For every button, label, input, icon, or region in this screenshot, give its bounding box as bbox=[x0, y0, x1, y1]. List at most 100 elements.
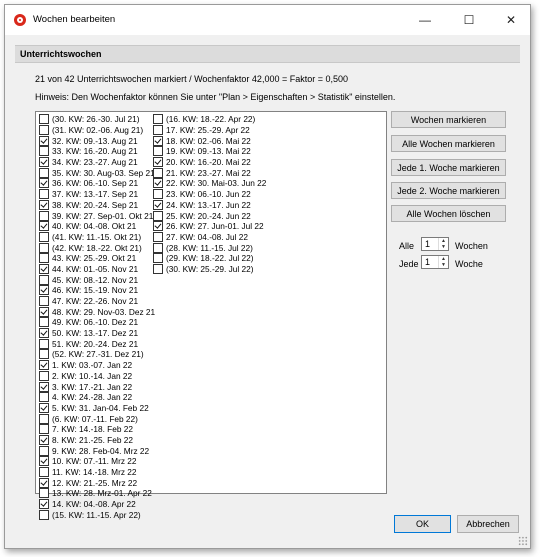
week-item[interactable]: (31. KW: 02.-06. Aug 21) bbox=[39, 125, 155, 136]
week-item[interactable]: 22. KW: 30. Mai-03. Jun 22 bbox=[153, 178, 266, 189]
week-checkbox[interactable] bbox=[153, 210, 163, 221]
week-checkbox[interactable] bbox=[153, 114, 163, 125]
week-item[interactable]: 35. KW: 30. Aug-03. Sep 21 bbox=[39, 167, 155, 178]
week-checkbox[interactable] bbox=[39, 370, 49, 381]
week-checkbox[interactable] bbox=[39, 296, 49, 307]
week-checkbox[interactable] bbox=[39, 381, 49, 392]
week-item[interactable]: 38. KW: 20.-24. Sep 21 bbox=[39, 199, 155, 211]
week-item[interactable]: 3. KW: 17.-21. Jan 22 bbox=[39, 381, 155, 392]
week-item[interactable]: (41. KW: 11.-15. Okt 21) bbox=[39, 231, 155, 243]
week-item[interactable]: (52. KW: 27.-31. Dez 21) bbox=[39, 349, 155, 360]
weeks-list[interactable]: (30. KW: 26.-30. Jul 21) (31. KW: 02.-06.… bbox=[35, 111, 387, 520]
week-item[interactable]: 20. KW: 16.-20. Mai 22 bbox=[153, 157, 266, 168]
week-checkbox[interactable] bbox=[39, 338, 49, 349]
week-item[interactable]: 24. KW: 13.-17. Jun 22 bbox=[153, 199, 266, 211]
week-checkbox[interactable] bbox=[39, 317, 49, 328]
week-item[interactable]: 51. KW: 20.-24. Dez 21 bbox=[39, 338, 155, 349]
week-item[interactable]: 45. KW: 08.-12. Nov 21 bbox=[39, 274, 155, 285]
week-item[interactable]: 4. KW: 24.-28. Jan 22 bbox=[39, 392, 155, 403]
week-checkbox[interactable] bbox=[39, 263, 49, 274]
week-item[interactable]: 39. KW: 27. Sep-01. Okt 21 bbox=[39, 210, 155, 221]
stepper-arrows-icon[interactable]: ▲ ▼ bbox=[438, 238, 448, 250]
mark-every-second-week-button[interactable]: Jede 2. Woche markieren bbox=[391, 182, 506, 199]
week-checkbox[interactable] bbox=[39, 413, 49, 424]
week-checkbox[interactable] bbox=[153, 167, 163, 178]
week-item[interactable]: 26. KW: 27. Jun-01. Jul 22 bbox=[153, 221, 266, 232]
week-item[interactable]: 37. KW: 13.-17. Sep 21 bbox=[39, 189, 155, 200]
cancel-button[interactable]: Abbrechen bbox=[457, 515, 519, 533]
week-item[interactable]: 40. KW: 04.-08. Okt 21 bbox=[39, 221, 155, 232]
week-checkbox[interactable] bbox=[39, 509, 49, 520]
resize-grip-icon[interactable] bbox=[518, 536, 528, 546]
week-checkbox[interactable] bbox=[39, 360, 49, 371]
week-checkbox[interactable] bbox=[39, 285, 49, 296]
week-checkbox[interactable] bbox=[39, 125, 49, 136]
week-item[interactable]: (30. KW: 26.-30. Jul 21) bbox=[39, 114, 155, 125]
week-checkbox[interactable] bbox=[153, 157, 163, 168]
alle-stepper[interactable]: 1 ▲ ▼ bbox=[421, 237, 449, 251]
week-checkbox[interactable] bbox=[39, 135, 49, 146]
week-item[interactable]: 25. KW: 20.-24. Jun 22 bbox=[153, 210, 266, 221]
week-item[interactable]: 7. KW: 14.-18. Feb 22 bbox=[39, 424, 155, 435]
week-item[interactable]: 34. KW: 23.-27. Aug 21 bbox=[39, 157, 155, 168]
week-item[interactable]: 19. KW: 09.-13. Mai 22 bbox=[153, 146, 266, 157]
week-checkbox[interactable] bbox=[153, 253, 163, 264]
week-item[interactable]: 43. KW: 25.-29. Okt 21 bbox=[39, 253, 155, 264]
mark-weeks-button[interactable]: Wochen markieren bbox=[391, 111, 506, 128]
ok-button[interactable]: OK bbox=[394, 515, 451, 533]
minimize-button[interactable]: — bbox=[404, 5, 446, 35]
week-checkbox[interactable] bbox=[39, 253, 49, 264]
week-item[interactable]: 5. KW: 31. Jan-04. Feb 22 bbox=[39, 402, 155, 414]
week-checkbox[interactable] bbox=[39, 434, 49, 445]
week-checkbox[interactable] bbox=[39, 392, 49, 403]
week-checkbox[interactable] bbox=[39, 424, 49, 435]
week-checkbox[interactable] bbox=[39, 178, 49, 189]
week-checkbox[interactable] bbox=[39, 306, 49, 317]
week-checkbox[interactable] bbox=[39, 499, 49, 510]
week-checkbox[interactable] bbox=[39, 199, 49, 210]
week-item[interactable]: (15. KW: 11.-15. Apr 22) bbox=[39, 509, 155, 520]
week-item[interactable]: 47. KW: 22.-26. Nov 21 bbox=[39, 296, 155, 307]
week-checkbox[interactable] bbox=[39, 477, 49, 488]
week-item[interactable]: 21. KW: 23.-27. Mai 22 bbox=[153, 167, 266, 178]
week-item[interactable]: (30. KW: 25.-29. Jul 22) bbox=[153, 263, 266, 275]
week-item[interactable]: 46. KW: 15.-19. Nov 21 bbox=[39, 285, 155, 296]
week-item[interactable]: 18. KW: 02.-06. Mai 22 bbox=[153, 135, 266, 146]
week-checkbox[interactable] bbox=[39, 274, 49, 285]
week-item[interactable]: 14. KW: 04.-08. Apr 22 bbox=[39, 499, 155, 510]
week-item[interactable]: 1. KW: 03.-07. Jan 22 bbox=[39, 360, 155, 371]
mark-all-weeks-button[interactable]: Alle Wochen markieren bbox=[391, 135, 506, 152]
week-item[interactable]: 10. KW: 07.-11. Mrz 22 bbox=[39, 456, 155, 467]
week-checkbox[interactable] bbox=[39, 146, 49, 157]
clear-all-weeks-button[interactable]: Alle Wochen löschen bbox=[391, 205, 506, 222]
week-checkbox[interactable] bbox=[153, 221, 163, 232]
jede-stepper[interactable]: 1 ▲ ▼ bbox=[421, 255, 449, 269]
week-checkbox[interactable] bbox=[39, 488, 49, 499]
week-item[interactable]: 2. KW: 10.-14. Jan 22 bbox=[39, 370, 155, 382]
week-item[interactable]: 12. KW: 21.-25. Mrz 22 bbox=[39, 477, 155, 488]
maximize-button[interactable]: ☐ bbox=[448, 5, 490, 35]
week-item[interactable]: 23. KW: 06.-10. Jun 22 bbox=[153, 189, 266, 200]
week-checkbox[interactable] bbox=[153, 263, 163, 274]
week-checkbox[interactable] bbox=[39, 467, 49, 478]
week-item[interactable]: 44. KW: 01.-05. Nov 21 bbox=[39, 263, 155, 275]
week-checkbox[interactable] bbox=[153, 189, 163, 200]
week-checkbox[interactable] bbox=[39, 210, 49, 221]
week-item[interactable]: 36. KW: 06.-10. Sep 21 bbox=[39, 178, 155, 189]
week-checkbox[interactable] bbox=[39, 328, 49, 339]
week-item[interactable]: 11. KW: 14.-18. Mrz 22 bbox=[39, 467, 155, 478]
week-checkbox[interactable] bbox=[153, 146, 163, 157]
week-item[interactable]: 8. KW: 21.-25. Feb 22 bbox=[39, 434, 155, 446]
week-checkbox[interactable] bbox=[153, 178, 163, 189]
week-item[interactable]: 27. KW: 04.-08. Jul 22 bbox=[153, 231, 266, 243]
week-checkbox[interactable] bbox=[153, 199, 163, 210]
week-checkbox[interactable] bbox=[39, 349, 49, 360]
mark-every-first-week-button[interactable]: Jede 1. Woche markieren bbox=[391, 159, 506, 176]
week-item[interactable]: (28. KW: 11.-15. Jul 22) bbox=[153, 242, 266, 253]
week-item[interactable]: 13. KW: 28. Mrz-01. Apr 22 bbox=[39, 488, 155, 499]
week-item[interactable]: 49. KW: 06.-10. Dez 21 bbox=[39, 317, 155, 328]
week-checkbox[interactable] bbox=[39, 157, 49, 168]
week-checkbox[interactable] bbox=[39, 221, 49, 232]
week-item[interactable]: (42. KW: 18.-22. Okt 21) bbox=[39, 242, 155, 253]
week-item[interactable]: 48. KW: 29. Nov-03. Dez 21 bbox=[39, 306, 155, 317]
